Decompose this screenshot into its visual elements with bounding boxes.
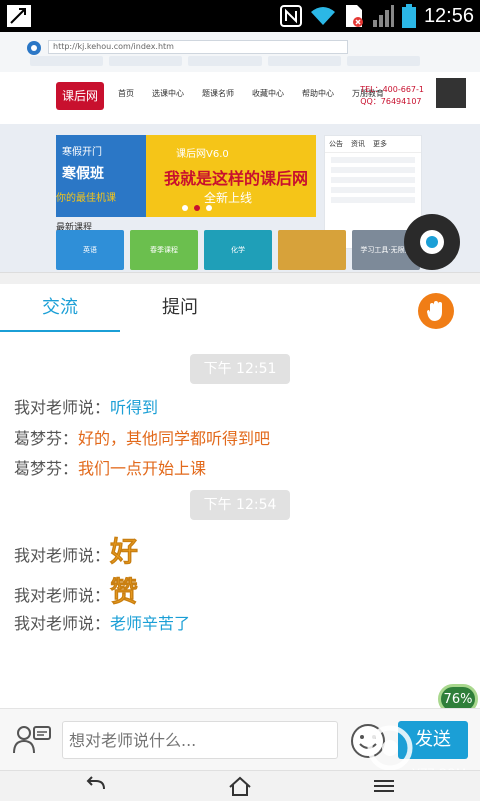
course-tile: 化学 [204, 230, 272, 270]
raise-hand-button[interactable] [418, 293, 454, 329]
message-text: 我们一点开始上课 [78, 459, 207, 478]
input-bar: 发送 [0, 708, 480, 771]
status-time: 12:56 [423, 4, 474, 27]
emoji-smiley-icon[interactable] [350, 723, 386, 759]
hand-icon [427, 301, 442, 321]
wifi-icon [310, 7, 335, 25]
tab-label: 交流 [42, 297, 78, 318]
back-icon[interactable] [84, 775, 108, 797]
chat-message: 我对老师说：赞 [14, 570, 138, 610]
camera-button[interactable] [404, 214, 460, 270]
send-button[interactable]: 发送 [398, 721, 468, 759]
site-nav-item: 首页 [118, 89, 134, 98]
time-divider: 下午 12:54 [190, 490, 290, 520]
banner-left-line: 你的最佳机课 [56, 193, 116, 204]
banner-title: 课后网V6.0 [176, 149, 229, 160]
site-logo: 课后网 [56, 82, 104, 110]
banner-dots [182, 205, 212, 211]
site-nav: 首页 选课中心 题课名师 收藏中心 帮助中心 万朋教育 [118, 88, 384, 99]
course-tile: 春季课程 [130, 230, 198, 270]
site-nav-item: 题课名师 [202, 89, 234, 98]
browser-logo-icon [27, 41, 41, 55]
emoji-message-like: 赞 [110, 575, 139, 609]
status-bar: 12:56 [0, 0, 480, 32]
message-speaker: 我对老师说： [14, 546, 111, 565]
site-header: 课后网 首页 选课中心 题课名师 收藏中心 帮助中心 万朋教育 TEL：400-… [0, 72, 480, 124]
banner-main-text: 我就是这样的课后网 [164, 169, 309, 188]
chat-message: 葛梦芬：好的，其他同学都听得到吧 [14, 425, 270, 449]
site-nav-item: 帮助中心 [302, 89, 334, 98]
battery-icon [401, 4, 416, 28]
qr-code-icon [436, 78, 466, 108]
camera-icon [420, 230, 444, 254]
tab-question[interactable]: 提问 [120, 284, 240, 332]
message-speaker: 我对老师说： [14, 614, 111, 633]
sim-no-signal-icon [345, 5, 363, 27]
desktop-taskbar [0, 272, 480, 284]
menu-icon[interactable] [372, 775, 396, 797]
course-tile [278, 230, 346, 270]
site-nav-item: 收藏中心 [252, 89, 284, 98]
message-speaker: 我对老师说： [14, 398, 111, 417]
banner-left-line: 寒假开门 [62, 147, 102, 158]
chat-area[interactable]: 下午 12:51 我对老师说：听得到 葛梦芬：好的，其他同学都听得到吧 葛梦芬：… [0, 332, 480, 708]
site-contact: TEL：400-667-1 QQ：76494107 [360, 84, 424, 108]
nfc-icon [279, 5, 302, 27]
site-nav-item: 选课中心 [152, 89, 184, 98]
contact-tel: TEL：400-667-1 [360, 85, 424, 94]
system-nav-bar [0, 770, 480, 801]
banner-left-line: 寒假班 [62, 166, 104, 182]
message-text: 听得到 [110, 398, 159, 417]
tab-chat[interactable]: 交流 [0, 284, 120, 333]
tab-label: 提问 [162, 297, 198, 318]
chat-message: 我对老师说：老师辛苦了 [14, 610, 190, 634]
message-input[interactable] [62, 721, 338, 759]
emoji-message-good: 好 [110, 535, 139, 569]
message-speaker: 我对老师说： [14, 586, 111, 605]
chat-message: 葛梦芬：我们一点开始上课 [14, 455, 206, 479]
course-row: 英语 春季课程 化学 学习工具·无限宝 [56, 230, 420, 270]
sidebox-tab: 公告 [329, 140, 343, 148]
banner-sub-text: 全新上线 [204, 191, 253, 205]
tab-bar: 交流 提问 [0, 284, 480, 333]
banner-left-panel: 寒假开门 寒假班 你的最佳机课 [56, 135, 146, 217]
contact-qq: QQ：76494107 [360, 97, 422, 106]
message-speaker: 葛梦芬： [14, 459, 79, 478]
course-tile: 英语 [56, 230, 124, 270]
sidebox-tabs: 公告 资讯 更多 [325, 136, 421, 153]
usb-icon [7, 5, 31, 27]
message-text: 好的，其他同学都听得到吧 [78, 429, 271, 448]
sidebox-tab: 更多 [373, 140, 387, 148]
message-text: 老师辛苦了 [110, 614, 191, 633]
signal-icon [372, 5, 394, 27]
sidebox-tab: 资讯 [351, 140, 365, 148]
chat-message: 我对老师说：听得到 [14, 394, 158, 418]
time-divider: 下午 12:51 [190, 354, 290, 384]
home-icon[interactable] [228, 775, 252, 797]
browser-toolbar: http://kj.kehou.com/index.htm [0, 32, 480, 73]
chat-message: 我对老师说：好 [14, 530, 138, 570]
browser-url-bar: http://kj.kehou.com/index.htm [48, 40, 348, 54]
message-speaker: 葛梦芬： [14, 429, 79, 448]
browser-tabs [30, 56, 421, 66]
user-card-icon[interactable] [12, 723, 52, 755]
site-banner: 寒假开门 寒假班 你的最佳机课 课后网V6.0 我就是这样的课后网 全新上线 [56, 135, 316, 217]
